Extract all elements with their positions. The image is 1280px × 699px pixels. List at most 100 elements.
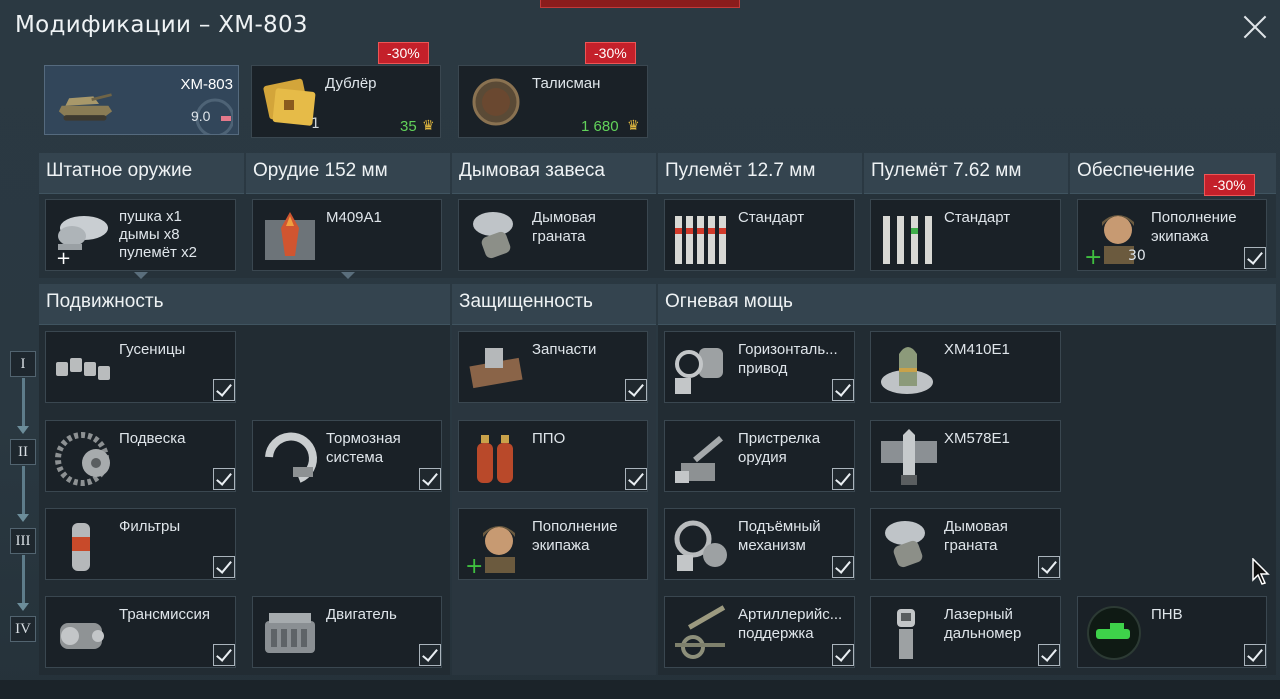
- rangefinder-icon: [897, 609, 915, 659]
- fire-extinguisher-icon: [477, 435, 513, 483]
- mod-night-vision-label: ПНВ: [1151, 606, 1183, 623]
- tier-connector: [22, 555, 25, 603]
- tier-1-label: I: [10, 351, 36, 377]
- mod-suspension-label: Подвеска: [119, 430, 186, 447]
- mod-rangefinder-label: Лазерный дальномер: [944, 606, 1022, 642]
- mod-transmission-checkbox[interactable]: [213, 644, 235, 666]
- backup-discount-badge: -30%: [378, 42, 429, 64]
- support-crew-checkbox[interactable]: [1244, 247, 1266, 269]
- svg-text:+: +: [1084, 245, 1102, 266]
- svg-text:+: +: [56, 248, 71, 266]
- stock-weapon-card[interactable]: + пушка x1 дымы x8 пулемёт x2: [45, 199, 236, 271]
- mod-filters-checkbox[interactable]: [213, 556, 235, 578]
- header-mg-762: Пулемёт 7.62 мм: [864, 153, 1068, 194]
- golden-eagle-icon: ♛: [627, 118, 640, 134]
- tier-4-label: IV: [10, 616, 36, 642]
- mod-xm578e1[interactable]: XM578E1: [870, 420, 1061, 492]
- stock-weapon-line-1: пушка x1: [119, 208, 182, 225]
- bottom-bar: [0, 680, 1280, 699]
- mod-parts[interactable]: Запчасти: [458, 331, 648, 403]
- section-mobility: Подвижность: [39, 284, 450, 325]
- mod-adjustment-checkbox[interactable]: [832, 468, 854, 490]
- mod-xm578e1-label: XM578E1: [944, 430, 1010, 447]
- mod-smoke-grenade-label: Дымовая граната: [944, 518, 1008, 554]
- shell-icon: [881, 347, 933, 394]
- mod-artillery[interactable]: Артиллерийс... поддержка: [664, 596, 855, 668]
- mod-brakes[interactable]: Тормозная система: [252, 420, 442, 492]
- mod-filters[interactable]: Фильтры: [45, 508, 236, 580]
- gun-ammo-card[interactable]: M409A1: [252, 199, 442, 271]
- mod-tracks-checkbox[interactable]: [213, 379, 235, 401]
- smoke-screen-card[interactable]: Дымовая граната: [458, 199, 648, 271]
- mod-horizontal-drive-label: Горизонталь... привод: [738, 341, 838, 377]
- gun-ammo-label: M409A1: [326, 209, 382, 226]
- stock-weapon-line-2: дымы x8: [119, 226, 180, 243]
- shell-icon: [881, 429, 937, 485]
- mod-fpe-checkbox[interactable]: [625, 468, 647, 490]
- backup-label: Дублёр: [325, 75, 377, 92]
- section-firepower: Огневая мощь: [658, 284, 1276, 325]
- night-vision-icon: [1087, 606, 1141, 660]
- mod-smoke-grenade-checkbox[interactable]: [1038, 556, 1060, 578]
- mod-engine[interactable]: Двигатель: [252, 596, 442, 668]
- mod-suspension-checkbox[interactable]: [213, 468, 235, 490]
- top-banner-edge: [540, 0, 740, 8]
- stock-weapon-pointer: [134, 272, 148, 279]
- mod-night-vision[interactable]: ПНВ: [1077, 596, 1267, 668]
- mod-fpe-label: ППО: [532, 430, 566, 447]
- tier-arrow-icon: [17, 426, 29, 434]
- mod-elevation[interactable]: Подъёмный механизм: [664, 508, 855, 580]
- mod-xm410e1-label: XM410E1: [944, 341, 1010, 358]
- close-icon[interactable]: [1240, 12, 1270, 42]
- mod-brakes-label: Тормозная система: [326, 430, 401, 466]
- mod-crew-replenish-label: Пополнение экипажа: [532, 518, 618, 554]
- mod-horizontal-drive-checkbox[interactable]: [832, 379, 854, 401]
- tier-connector: [22, 466, 25, 514]
- filters-icon: [72, 523, 90, 571]
- support-crew-count: 30: [1128, 248, 1146, 264]
- mod-smoke-grenade[interactable]: Дымовая граната: [870, 508, 1061, 580]
- mod-rangefinder[interactable]: Лазерный дальномер: [870, 596, 1061, 668]
- mod-night-vision-checkbox[interactable]: [1244, 644, 1266, 666]
- talisman-label: Талисман: [532, 75, 601, 92]
- mod-fpe[interactable]: ППО: [458, 420, 648, 492]
- stock-weapon-desc: пушка x1 дымы x8 пулемёт x2: [119, 208, 197, 262]
- mod-transmission[interactable]: Трансмиссия: [45, 596, 236, 668]
- mod-filters-label: Фильтры: [119, 518, 181, 535]
- mg127-label: Стандарт: [738, 209, 805, 226]
- mg-belt-icon: [883, 216, 932, 264]
- mod-crew-replenish[interactable]: + Пополнение экипажа: [458, 508, 648, 580]
- mod-horizontal-drive[interactable]: Горизонталь... привод: [664, 331, 855, 403]
- gun-adjustment-icon: [675, 435, 723, 483]
- mod-xm410e1[interactable]: XM410E1: [870, 331, 1061, 403]
- vehicle-card[interactable]: XM-803 9.0: [44, 65, 239, 135]
- mg762-card[interactable]: Стандарт: [870, 199, 1061, 271]
- header-mg-127: Пулемёт 12.7 мм: [658, 153, 862, 194]
- tier-3-label: III: [10, 528, 36, 554]
- mg127-card[interactable]: Стандарт: [664, 199, 855, 271]
- engine-icon: [265, 613, 315, 653]
- golden-eagle-icon: ♛: [422, 118, 435, 134]
- mod-adjustment[interactable]: Пристрелка орудия: [664, 420, 855, 492]
- mod-elevation-checkbox[interactable]: [832, 556, 854, 578]
- gun-ammo-pointer: [341, 272, 355, 279]
- svg-text:+: +: [465, 554, 483, 575]
- section-protection: Защищенность: [452, 284, 656, 325]
- mod-tracks[interactable]: Гусеницы: [45, 331, 236, 403]
- tier-connector: [22, 378, 25, 426]
- header-smoke-screen: Дымовая завеса: [452, 153, 656, 194]
- mod-adjustment-label: Пристрелка орудия: [738, 430, 821, 466]
- mod-parts-checkbox[interactable]: [625, 379, 647, 401]
- header-stock-weapon: Штатное оружие: [39, 153, 244, 194]
- talisman-card[interactable]: Талисман 1 680 ♛: [458, 65, 648, 138]
- support-crew-card[interactable]: + Пополнение экипажа 30: [1077, 199, 1267, 271]
- vehicle-br: 9.0: [191, 108, 211, 124]
- smoke-grenade-icon: [473, 212, 513, 259]
- horizontal-drive-icon: [675, 348, 723, 394]
- mod-engine-checkbox[interactable]: [419, 644, 441, 666]
- mod-artillery-checkbox[interactable]: [832, 644, 854, 666]
- mod-brakes-checkbox[interactable]: [419, 468, 441, 490]
- backup-card[interactable]: Дублёр 1 35 ♛: [251, 65, 441, 138]
- mod-suspension[interactable]: Подвеска: [45, 420, 236, 492]
- mod-rangefinder-checkbox[interactable]: [1038, 644, 1060, 666]
